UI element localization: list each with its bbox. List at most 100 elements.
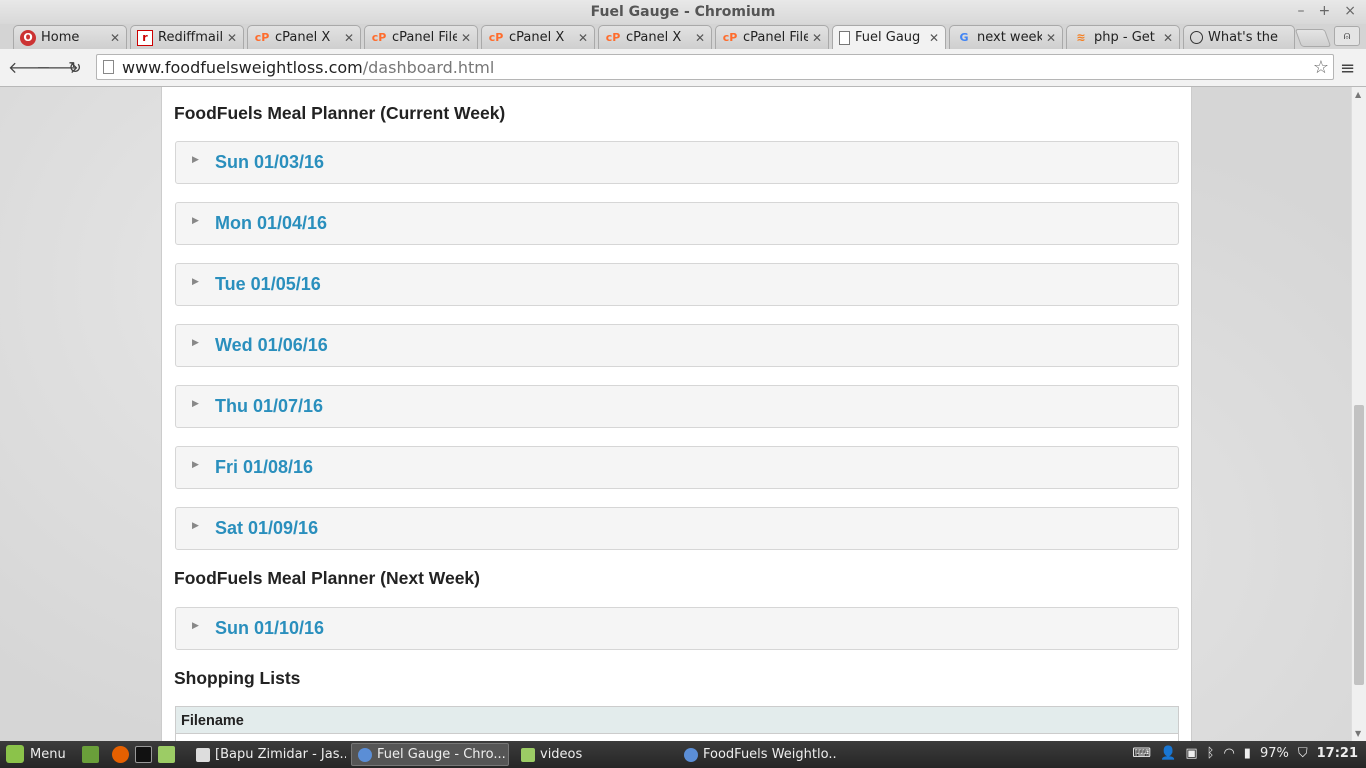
taskbar-window-label: FoodFuels Weightlo...: [703, 747, 836, 762]
browser-tab[interactable]: cP cPanel File ✕: [715, 25, 829, 49]
table-header-filename[interactable]: Filename: [176, 707, 1178, 734]
caret-right-icon: ▶: [192, 521, 199, 531]
address-bar[interactable]: www.foodfuelsweightloss.com/dashboard.ht…: [96, 54, 1334, 80]
browser-tab[interactable]: G next week ✕: [949, 25, 1063, 49]
browser-tab[interactable]: cP cPanel X ✕: [598, 25, 712, 49]
keyboard-icon[interactable]: ⌨: [1132, 746, 1151, 761]
user-icon[interactable]: 👤: [1160, 746, 1176, 761]
browser-tab[interactable]: What's the: [1183, 25, 1295, 49]
day-label[interactable]: Wed 01/06/16: [215, 335, 328, 356]
show-desktop-icon[interactable]: [82, 746, 99, 763]
url-path: /dashboard.html: [362, 58, 495, 77]
back-icon[interactable]: 🡐: [8, 58, 51, 78]
day-label[interactable]: Fri 01/08/16: [215, 457, 313, 478]
firefox-icon[interactable]: [112, 746, 129, 763]
cpanel-icon: cP: [722, 31, 738, 44]
rediff-icon: r: [137, 29, 153, 46]
tab-close-icon[interactable]: ✕: [110, 31, 120, 45]
browser-tab[interactable]: O Home ✕: [13, 25, 127, 49]
media-icon: [196, 747, 210, 762]
taskbar-window-label: [Bapu Zimidar - Jas...: [215, 747, 346, 762]
taskbar-window-label: Fuel Gauge - Chro...: [377, 747, 506, 762]
cpanel-icon: cP: [254, 31, 270, 44]
bookmark-star-icon[interactable]: ☆: [1313, 57, 1329, 78]
browser-tab[interactable]: ≋ php - Get ✕: [1066, 25, 1180, 49]
start-menu-button[interactable]: Menu: [6, 745, 66, 763]
reload-icon[interactable]: ↻: [65, 58, 85, 78]
browser-tab-active[interactable]: Fuel Gaug ✕: [832, 25, 946, 49]
browser-tab[interactable]: r Rediffmail ✕: [130, 25, 244, 49]
url-host: www.foodfuelsweightloss.com: [122, 58, 363, 77]
profile-icon[interactable]: ⍝: [1334, 26, 1360, 46]
update-icon[interactable]: ▣: [1185, 746, 1197, 761]
shield-icon[interactable]: ⛉: [1298, 746, 1308, 761]
bluetooth-icon[interactable]: ᛒ: [1207, 746, 1215, 761]
minimize-icon[interactable]: –: [1298, 3, 1305, 19]
day-label[interactable]: Tue 01/05/16: [215, 274, 321, 295]
tab-close-icon[interactable]: ✕: [929, 31, 939, 45]
tab-close-icon[interactable]: ✕: [1046, 31, 1056, 45]
wifi-icon[interactable]: ◠: [1223, 746, 1234, 761]
system-tray: ⌨ 👤 ▣ ᛒ ◠ ▮ 97% ⛉ 17:21: [1132, 746, 1358, 761]
day-label[interactable]: Mon 01/04/16: [215, 213, 327, 234]
day-accordion-item[interactable]: ▶ Sat 01/09/16: [175, 507, 1179, 550]
day-label[interactable]: Thu 01/07/16: [215, 396, 323, 417]
scroll-up-icon[interactable]: ▲: [1355, 90, 1361, 99]
forward-icon[interactable]: 🡒: [36, 58, 79, 78]
taskbar-window[interactable]: videos: [515, 743, 673, 766]
vertical-scrollbar[interactable]: ▲ ▼: [1351, 87, 1366, 741]
tab-close-icon[interactable]: ✕: [461, 31, 471, 45]
tab-label: next week: [977, 30, 1042, 45]
tab-label: cPanel File: [743, 30, 808, 45]
tab-close-icon[interactable]: ✕: [344, 31, 354, 45]
maximize-icon[interactable]: +: [1319, 3, 1331, 19]
tab-close-icon[interactable]: ✕: [578, 31, 588, 45]
day-accordion-item[interactable]: ▶ Mon 01/04/16: [175, 202, 1179, 245]
day-accordion-item[interactable]: ▶ Wed 01/06/16: [175, 324, 1179, 367]
tab-close-icon[interactable]: ✕: [1163, 31, 1173, 45]
day-accordion-item[interactable]: ▶ Sun 01/10/16: [175, 607, 1179, 650]
day-accordion-item[interactable]: ▶ Sun 01/03/16: [175, 141, 1179, 184]
content-panel: FoodFuels Meal Planner (Current Week) ▶ …: [161, 87, 1192, 741]
page-viewport: FoodFuels Meal Planner (Current Week) ▶ …: [0, 87, 1366, 741]
day-accordion-item[interactable]: ▶ Fri 01/08/16: [175, 446, 1179, 489]
tab-close-icon[interactable]: ✕: [812, 31, 822, 45]
browser-tab[interactable]: cP cPanel X ✕: [481, 25, 595, 49]
clock[interactable]: 17:21: [1317, 746, 1358, 761]
browser-toolbar: 🡐 🡒 ↻ www.foodfuelsweightloss.com/dashbo…: [0, 49, 1366, 87]
taskbar-window-active[interactable]: Fuel Gauge - Chro...: [351, 743, 509, 766]
start-menu-label: Menu: [30, 746, 66, 762]
day-accordion-item[interactable]: ▶ Tue 01/05/16: [175, 263, 1179, 306]
chromium-icon: [684, 747, 698, 762]
taskbar-window[interactable]: [Bapu Zimidar - Jas...: [190, 743, 346, 766]
tab-label: cPanel X: [626, 30, 682, 45]
new-tab-button[interactable]: [1294, 29, 1332, 47]
shopping-lists-table: Filename: [175, 706, 1179, 741]
browser-tab[interactable]: cP cPanel File ✕: [364, 25, 478, 49]
tab-close-icon[interactable]: ✕: [695, 31, 705, 45]
day-label[interactable]: Sun 01/10/16: [215, 618, 324, 639]
tab-label: Rediffmail: [158, 30, 223, 45]
page-icon: [103, 60, 114, 74]
files-icon[interactable]: [158, 746, 175, 763]
battery-icon[interactable]: ▮: [1244, 746, 1251, 761]
current-week-title: FoodFuels Meal Planner (Current Week): [174, 103, 506, 123]
terminal-icon[interactable]: [135, 746, 152, 763]
day-accordion-item[interactable]: ▶ Thu 01/07/16: [175, 385, 1179, 428]
battery-level: 97%: [1259, 746, 1289, 761]
url-text[interactable]: www.foodfuelsweightloss.com/dashboard.ht…: [122, 58, 494, 77]
tab-label: cPanel X: [509, 30, 565, 45]
browser-tab[interactable]: cP cPanel X ✕: [247, 25, 361, 49]
window-titlebar: Fuel Gauge - Chromium – + ×: [0, 0, 1366, 24]
tab-label: php - Get: [1094, 30, 1155, 45]
cpanel-icon: cP: [371, 31, 387, 44]
taskbar-window[interactable]: FoodFuels Weightlo...: [678, 743, 836, 766]
hamburger-menu-icon[interactable]: ≡: [1340, 58, 1355, 79]
close-icon[interactable]: ×: [1344, 3, 1356, 19]
day-label[interactable]: Sat 01/09/16: [215, 518, 318, 539]
scrollbar-thumb[interactable]: [1354, 405, 1364, 685]
tab-close-icon[interactable]: ✕: [227, 31, 237, 45]
day-label[interactable]: Sun 01/03/16: [215, 152, 324, 173]
opera-icon: O: [20, 29, 36, 46]
scroll-down-icon[interactable]: ▼: [1355, 729, 1361, 738]
